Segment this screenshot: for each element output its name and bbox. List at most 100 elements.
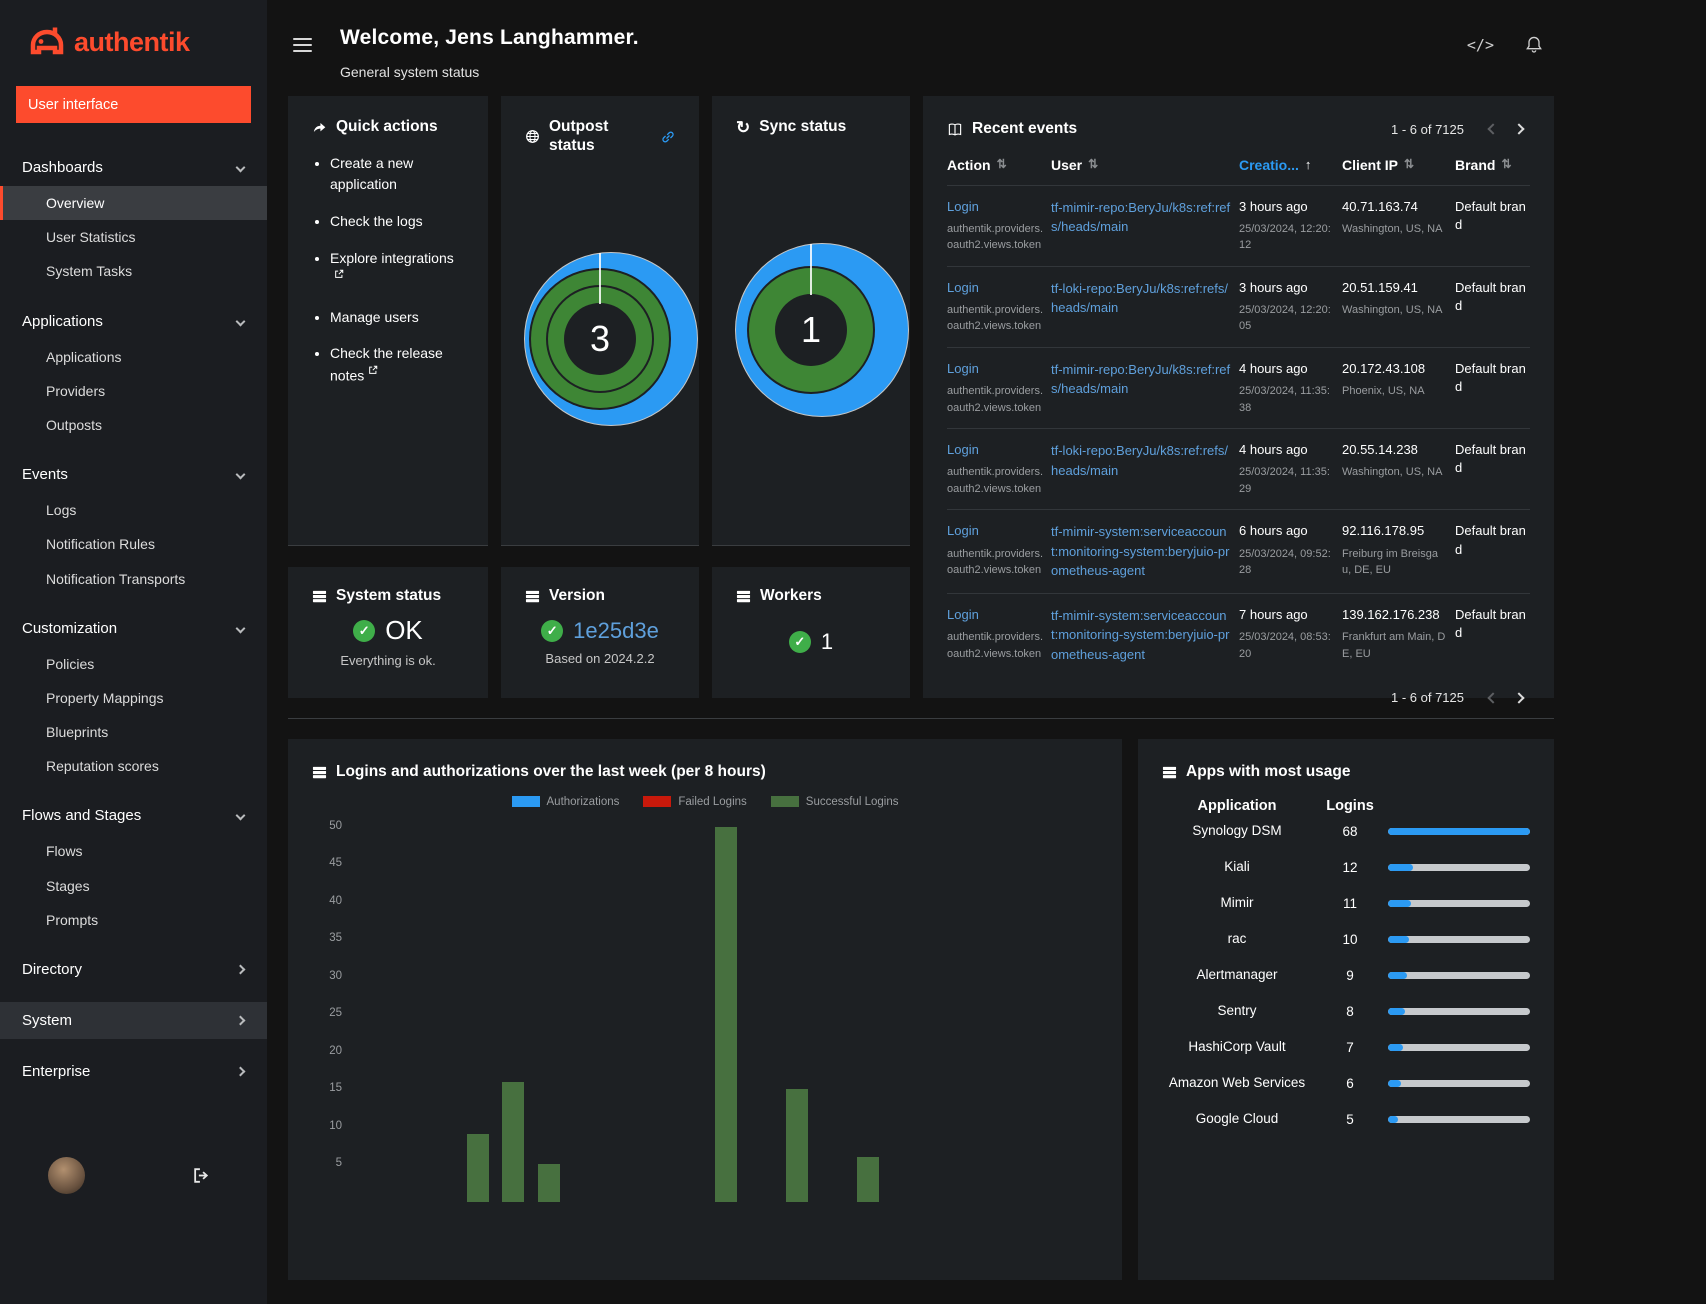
event-action-link[interactable]: Login xyxy=(947,522,1043,540)
sidebar-item-reputation-scores[interactable]: Reputation scores xyxy=(0,749,267,783)
event-client-ip-cell: 92.116.178.95 Freiburg im Breisgau, DE, E… xyxy=(1342,522,1447,581)
sidebar-item-outposts[interactable]: Outposts xyxy=(0,408,267,442)
pagination-prev-icon[interactable] xyxy=(1482,692,1504,704)
legend-swatch xyxy=(511,796,540,808)
app-usage-progress-fill xyxy=(1388,900,1411,908)
pagination-prev-icon[interactable] xyxy=(1482,123,1504,135)
events-table-header: Action ⇅ User ⇅ Creatio... ↑ Client IP ⇅ Brand ⇅ xyxy=(947,157,1530,185)
legend-item-failed-logins: Failed Logins xyxy=(643,796,747,808)
apps-usage-card: Apps with most usage Application Logins … xyxy=(1138,739,1554,1280)
y-axis-tick: 30 xyxy=(329,969,342,982)
sidebar-item-notification-rules[interactable]: Notification Rules xyxy=(0,527,267,561)
sidebar-section-applications[interactable]: Applications xyxy=(0,303,267,340)
pagination-next-icon[interactable] xyxy=(1508,692,1530,704)
sidebar-section-customization[interactable]: Customization xyxy=(0,610,267,647)
sidebar-item-property-mappings[interactable]: Property Mappings xyxy=(0,681,267,715)
sidebar-item-blueprints[interactable]: Blueprints xyxy=(0,715,267,749)
logout-icon[interactable] xyxy=(192,1167,211,1184)
event-action-link[interactable]: Login xyxy=(947,441,1043,459)
event-action-cell: Login authentik.providers.oauth2.views.to… xyxy=(947,279,1043,335)
column-header-action[interactable]: Action ⇅ xyxy=(947,157,1043,173)
event-brand-cell: Default brand xyxy=(1455,360,1526,395)
y-axis-tick: 20 xyxy=(329,1044,342,1057)
book-icon xyxy=(947,122,963,137)
quick-action-check-the-release-notes[interactable]: Check the release notes xyxy=(330,343,464,387)
sort-icon: ⇅ xyxy=(996,156,1007,171)
app-login-count: 11 xyxy=(1342,896,1357,912)
api-browser-icon[interactable]: </> xyxy=(1467,36,1494,54)
app-login-count: 9 xyxy=(1346,968,1354,984)
app-usage-row-hashicorp-vault: HashiCorp Vault 7 xyxy=(1162,1030,1530,1066)
outpost-status-donut: 3 xyxy=(525,253,697,426)
event-user-link[interactable]: tf-mimir-system:serviceaccount:monitorin… xyxy=(1051,522,1231,581)
pagination-next-icon[interactable] xyxy=(1508,123,1530,135)
sidebar-item-stages[interactable]: Stages xyxy=(0,869,267,903)
quick-action-check-the-logs[interactable]: Check the logs xyxy=(330,211,464,233)
version-link[interactable]: 1e25d3e xyxy=(573,618,659,644)
app-usage-progress-fill xyxy=(1388,1080,1401,1088)
event-user-link[interactable]: tf-mimir-repo:BeryJu/k8s:ref:refs/heads/… xyxy=(1051,198,1231,237)
event-user-link[interactable]: tf-mimir-system:serviceaccount:monitorin… xyxy=(1051,606,1231,665)
card-title-text: Apps with most usage xyxy=(1186,763,1351,780)
event-created-cell: 3 hours ago 25/03/2024, 12:20:12 xyxy=(1239,198,1334,254)
sidebar-section-dashboards[interactable]: Dashboards xyxy=(0,149,267,186)
app-usage-progress-fill xyxy=(1388,972,1407,980)
column-header-user[interactable]: User ⇅ xyxy=(1051,157,1231,173)
sidebar-item-notification-transports[interactable]: Notification Transports xyxy=(0,562,267,596)
workers-value: 1 xyxy=(820,628,834,654)
event-user-link[interactable]: tf-mimir-repo:BeryJu/k8s:ref:refs/heads/… xyxy=(1051,360,1231,399)
event-user-link[interactable]: tf-loki-repo:BeryJu/k8s:ref:refs/heads/m… xyxy=(1051,441,1231,480)
app-usage-row-sentry: Sentry 8 xyxy=(1162,994,1530,1030)
quick-action-manage-users[interactable]: Manage users xyxy=(330,307,464,329)
event-user-link[interactable]: tf-loki-repo:BeryJu/k8s:ref:refs/heads/m… xyxy=(1051,279,1231,318)
app-usage-progress-fill xyxy=(1388,1116,1399,1124)
app-login-count: 10 xyxy=(1342,932,1358,948)
column-header-brand[interactable]: Brand ⇅ xyxy=(1455,157,1532,173)
quick-actions-list: Create a new application Check the logs Ex… xyxy=(330,153,464,388)
event-client-ip: 92.116.178.95 xyxy=(1342,523,1425,539)
event-client-ip: 20.55.14.238 xyxy=(1342,442,1418,458)
event-location: Phoenix, US, NA xyxy=(1342,385,1425,398)
sidebar-item-providers[interactable]: Providers xyxy=(0,374,267,408)
version-detail: Based on 2024.2.2 xyxy=(545,650,655,666)
sidebar-item-overview[interactable]: Overview xyxy=(0,186,267,221)
sidebar-item-prompts[interactable]: Prompts xyxy=(0,903,267,937)
app-usage-row-amazon-web-services: Amazon Web Services 6 xyxy=(1162,1066,1530,1102)
system-status-card: System status ✓ OK Everything is ok. xyxy=(288,567,488,698)
link-icon[interactable] xyxy=(661,130,675,144)
app-name: Mimir xyxy=(1220,895,1254,911)
pagination-label: 1 - 6 of 7125 xyxy=(1391,690,1464,706)
sidebar-item-applications[interactable]: Applications xyxy=(0,340,267,374)
sidebar-toggle-icon[interactable] xyxy=(293,34,312,56)
sidebar-section-directory[interactable]: Directory xyxy=(0,951,267,988)
sidebar-section-flows-and-stages[interactable]: Flows and Stages xyxy=(0,797,267,834)
column-header-client-ip[interactable]: Client IP ⇅ xyxy=(1342,157,1447,173)
event-action-link[interactable]: Login xyxy=(947,279,1043,297)
quick-action-explore-integrations[interactable]: Explore integrations xyxy=(330,248,464,292)
notification-bell-icon[interactable] xyxy=(1524,34,1544,55)
event-action-link[interactable]: Login xyxy=(947,606,1043,624)
chart-bar-successful-logins xyxy=(502,1081,525,1202)
avatar[interactable] xyxy=(48,1157,85,1194)
event-age: 7 hours ago xyxy=(1239,606,1308,622)
sidebar-section-events[interactable]: Events xyxy=(0,456,267,493)
sidebar-item-policies[interactable]: Policies xyxy=(0,647,267,681)
app-login-count: 12 xyxy=(1342,860,1358,876)
sidebar-section-system[interactable]: System xyxy=(0,1002,267,1039)
y-axis-tick: 10 xyxy=(329,1119,342,1132)
sidebar-item-user-statistics[interactable]: User Statistics xyxy=(0,220,267,254)
chevron-down-icon xyxy=(235,162,246,173)
user-interface-button[interactable]: User interface xyxy=(16,86,251,123)
column-header-creatio[interactable]: Creatio... ↑ xyxy=(1239,157,1334,173)
event-action-link[interactable]: Login xyxy=(947,198,1043,216)
sidebar-item-system-tasks[interactable]: System Tasks xyxy=(0,254,267,288)
event-action-link[interactable]: Login xyxy=(947,360,1043,378)
sidebar-item-flows[interactable]: Flows xyxy=(0,834,267,868)
app-login-count: 6 xyxy=(1346,1076,1354,1092)
event-timestamp: 25/03/2024, 09:52:28 xyxy=(1239,547,1331,577)
quick-actions-card: Quick actions Create a new application Ch… xyxy=(288,96,488,546)
server-icon xyxy=(312,765,327,780)
quick-action-create-a-new-application[interactable]: Create a new application xyxy=(330,153,464,196)
sidebar-section-enterprise[interactable]: Enterprise xyxy=(0,1053,267,1090)
sidebar-item-logs[interactable]: Logs xyxy=(0,493,267,527)
